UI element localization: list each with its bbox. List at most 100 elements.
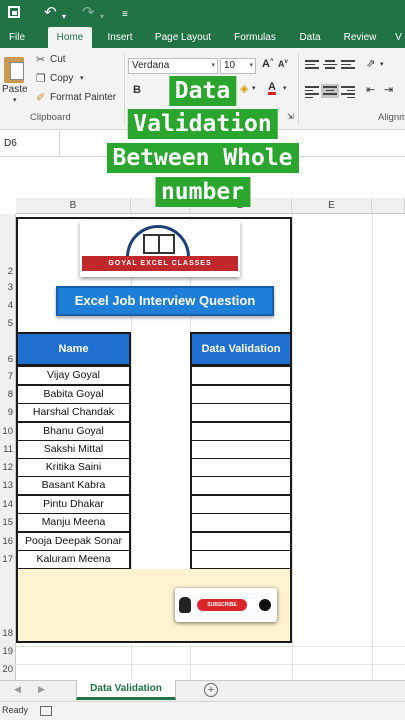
row-number[interactable]: 16 bbox=[0, 536, 15, 547]
scroll-left-icon[interactable]: ◀ bbox=[14, 684, 21, 695]
bold-button[interactable]: B bbox=[133, 84, 141, 96]
chevron-down-icon: ▾ bbox=[249, 62, 253, 69]
paste-button[interactable]: Paste bbox=[2, 84, 28, 95]
align-bottom-icon[interactable] bbox=[341, 60, 355, 70]
data-validation-cell[interactable] bbox=[190, 422, 292, 441]
column-header-e[interactable]: E bbox=[292, 198, 372, 214]
scroll-right-icon[interactable]: ▶ bbox=[38, 684, 45, 695]
decrease-font-icon[interactable]: Av bbox=[278, 59, 288, 69]
name-cell[interactable]: Pooja Deepak Sonar bbox=[16, 532, 131, 551]
font-dialog-launcher-icon[interactable]: ⇲ bbox=[287, 112, 294, 121]
column-header-f[interactable] bbox=[372, 198, 405, 214]
row-number[interactable]: 9 bbox=[0, 407, 15, 418]
name-box[interactable]: D6 bbox=[0, 131, 60, 157]
font-size-select[interactable]: 10 ▾ bbox=[220, 58, 256, 74]
copy-dropdown-icon[interactable]: ▾ bbox=[80, 74, 84, 82]
customize-toolbar-icon[interactable]: ≡ bbox=[122, 7, 128, 23]
data-validation-cell[interactable] bbox=[190, 458, 292, 477]
alignment-group-label: Alignm bbox=[378, 112, 405, 123]
row-number[interactable]: 8 bbox=[0, 389, 15, 400]
tab-data[interactable]: Data bbox=[292, 27, 328, 48]
question-banner: Excel Job Interview Question bbox=[56, 286, 274, 316]
row-number[interactable]: 15 bbox=[0, 517, 15, 528]
name-cell[interactable]: Sakshi Mittal bbox=[16, 440, 131, 459]
overlay-title-line: Between Whole bbox=[106, 143, 299, 173]
align-right-icon[interactable] bbox=[341, 86, 355, 98]
row-number[interactable]: 5 bbox=[0, 318, 15, 329]
name-column-header[interactable]: Name bbox=[16, 332, 131, 366]
tab-home[interactable]: Home bbox=[48, 27, 92, 48]
row-number[interactable]: 12 bbox=[0, 462, 15, 473]
row-number[interactable]: 14 bbox=[0, 499, 15, 510]
align-top-icon[interactable] bbox=[305, 60, 319, 70]
logo-text: GOYAL EXCEL CLASSES bbox=[82, 256, 238, 271]
name-cell[interactable]: Babita Goyal bbox=[16, 385, 131, 404]
fill-color-dropdown-icon[interactable]: ▾ bbox=[252, 84, 256, 92]
tab-view[interactable]: V bbox=[392, 27, 405, 48]
row-number[interactable]: 3 bbox=[0, 282, 15, 293]
tab-review[interactable]: Review bbox=[338, 27, 382, 48]
data-validation-cell[interactable] bbox=[190, 495, 292, 514]
worksheet-grid[interactable]: B D E 2 3 4 5 6 7 8 9 10 11 12 13 14 15 … bbox=[0, 158, 405, 680]
font-color-icon[interactable]: A bbox=[268, 81, 276, 93]
decrease-indent-icon[interactable]: ⇤ bbox=[366, 83, 375, 96]
tab-insert[interactable]: Insert bbox=[100, 27, 140, 48]
data-validation-cell[interactable] bbox=[190, 476, 292, 495]
paste-dropdown-icon[interactable]: ▾ bbox=[13, 96, 17, 104]
sheet-tab-data-validation[interactable]: Data Validation bbox=[76, 680, 176, 700]
data-validation-cell[interactable] bbox=[190, 403, 292, 422]
row-number[interactable]: 20 bbox=[0, 664, 15, 675]
name-cell[interactable]: Vijay Goyal bbox=[16, 366, 131, 385]
row-number[interactable]: 7 bbox=[0, 371, 15, 382]
cut-button[interactable]: Cut bbox=[50, 54, 66, 65]
data-validation-cell[interactable] bbox=[190, 550, 292, 569]
tab-formulas[interactable]: Formulas bbox=[228, 27, 282, 48]
name-cell[interactable]: Kritika Saini bbox=[16, 458, 131, 477]
row-number[interactable]: 6 bbox=[0, 354, 15, 365]
tab-page-layout[interactable]: Page Layout bbox=[150, 27, 216, 48]
name-cell[interactable]: Harshal Chandak bbox=[16, 403, 131, 422]
add-sheet-icon[interactable]: + bbox=[204, 683, 218, 697]
paste-icon[interactable] bbox=[2, 54, 28, 84]
name-cell[interactable]: Manju Meena bbox=[16, 513, 131, 532]
save-icon[interactable] bbox=[8, 6, 20, 18]
row-number[interactable]: 18 bbox=[0, 628, 15, 639]
data-validation-cell[interactable] bbox=[190, 366, 292, 385]
increase-font-icon[interactable]: A^ bbox=[262, 58, 273, 70]
undo-icon[interactable]: ↶ bbox=[44, 5, 57, 21]
row-number[interactable]: 10 bbox=[0, 426, 15, 437]
name-cell[interactable]: Kaluram Meena bbox=[16, 550, 131, 569]
data-validation-cell[interactable] bbox=[190, 385, 292, 404]
increase-indent-icon[interactable]: ⇥ bbox=[384, 83, 393, 96]
row-number[interactable]: 11 bbox=[0, 444, 15, 455]
row-number[interactable]: 4 bbox=[0, 300, 15, 311]
font-name-select[interactable]: Verdana ▾ bbox=[128, 58, 218, 74]
row-number[interactable]: 19 bbox=[0, 646, 15, 657]
orientation-dropdown-icon[interactable]: ▾ bbox=[380, 60, 384, 68]
align-center-icon[interactable] bbox=[321, 84, 339, 98]
format-painter-button[interactable]: Format Painter bbox=[50, 92, 116, 103]
redo-dropdown-icon[interactable]: ▾ bbox=[100, 9, 104, 25]
macro-record-icon[interactable] bbox=[40, 706, 52, 716]
data-validation-cell[interactable] bbox=[190, 440, 292, 459]
column-header-b[interactable]: B bbox=[16, 198, 131, 214]
data-validation-column-header[interactable]: Data Validation bbox=[190, 332, 292, 366]
data-validation-cell[interactable] bbox=[190, 532, 292, 551]
data-validation-cell[interactable] bbox=[190, 513, 292, 532]
undo-dropdown-icon[interactable]: ▾ bbox=[62, 9, 66, 25]
font-color-dropdown-icon[interactable]: ▾ bbox=[283, 84, 287, 92]
row-number[interactable]: 13 bbox=[0, 480, 15, 491]
redo-icon[interactable]: ↷ bbox=[82, 5, 95, 21]
name-cell[interactable]: Bhanu Goyal bbox=[16, 422, 131, 441]
copy-button[interactable]: Copy bbox=[50, 73, 73, 84]
tab-file[interactable]: File bbox=[2, 27, 32, 48]
orientation-icon[interactable]: ⇗ bbox=[366, 57, 375, 70]
row-number[interactable]: 2 bbox=[0, 266, 15, 277]
fill-color-icon[interactable]: ◈ bbox=[240, 82, 248, 95]
name-cell[interactable]: Basant Kabra bbox=[16, 476, 131, 495]
row-number[interactable]: 17 bbox=[0, 554, 15, 565]
name-cell[interactable]: Pintu Dhakar bbox=[16, 495, 131, 514]
align-left-icon[interactable] bbox=[305, 86, 319, 98]
clipboard-group-label: Clipboard bbox=[30, 112, 71, 123]
align-middle-icon[interactable] bbox=[323, 60, 337, 70]
